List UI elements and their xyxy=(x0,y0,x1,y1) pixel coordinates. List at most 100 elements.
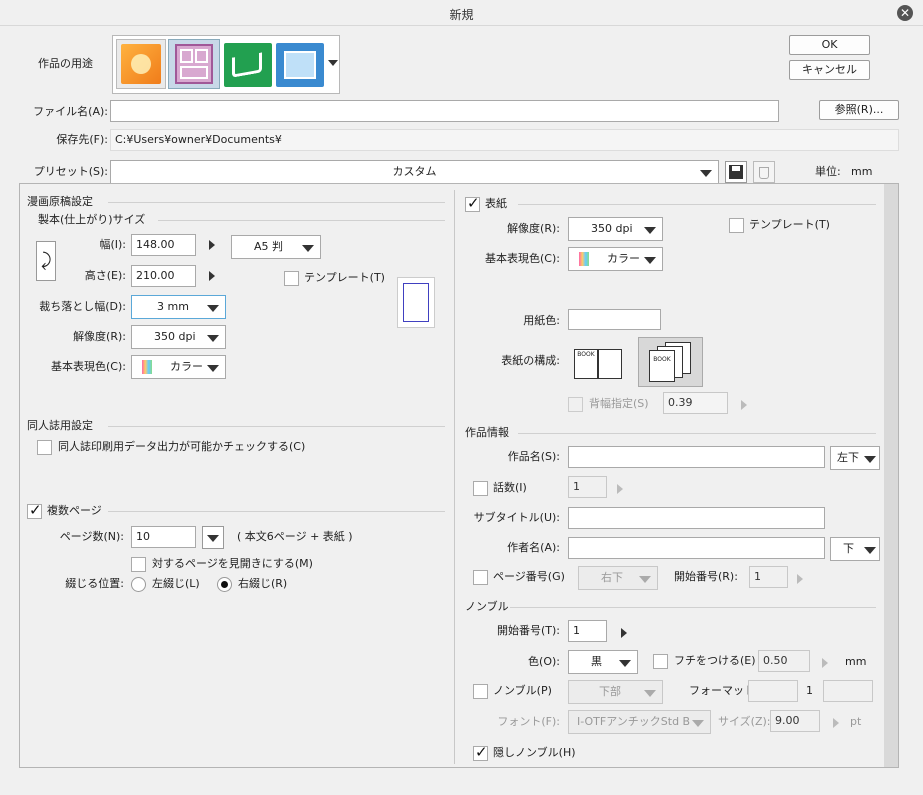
hidden-nombre-checkbox[interactable]: ✓ xyxy=(473,743,488,761)
filename-input[interactable] xyxy=(110,100,779,122)
episode-checkbox[interactable] xyxy=(473,481,488,496)
chevron-down-icon[interactable] xyxy=(328,60,338,66)
width-input[interactable]: 148.00 xyxy=(131,234,196,256)
nombre-start-label: 開始番号(T): xyxy=(496,624,560,637)
ok-button[interactable]: OK xyxy=(789,35,870,55)
scrollbar[interactable] xyxy=(884,184,898,767)
illustration-icon[interactable] xyxy=(116,39,166,89)
pages-note: ( 本文6ページ + 表紙 ) xyxy=(237,530,353,543)
pages-dropdown-button[interactable] xyxy=(202,526,224,549)
divider xyxy=(108,511,445,512)
left-binding-radio[interactable] xyxy=(131,577,146,592)
close-icon[interactable]: ✕ xyxy=(897,5,913,21)
format-suffix-input[interactable] xyxy=(823,680,873,702)
usage-selector xyxy=(112,35,340,94)
spread-checkbox[interactable] xyxy=(131,557,146,572)
spine-arrow-icon[interactable] xyxy=(741,400,747,410)
font-select[interactable]: I-OTFアンチックStd B xyxy=(568,710,711,734)
cover-template-label: テンプレート(T) xyxy=(749,218,830,231)
border-checkbox[interactable] xyxy=(653,654,668,669)
nombre-color-select[interactable]: 黒 xyxy=(568,650,638,674)
cover-color-select[interactable]: カラー xyxy=(568,247,663,271)
size-arrow-icon[interactable] xyxy=(833,718,839,728)
bleed-label: 裁ち落とし幅(D): xyxy=(39,300,126,313)
page-preview xyxy=(397,277,435,328)
cancel-button[interactable]: キャンセル xyxy=(789,60,870,80)
cover-layout-separate-icon[interactable]: BOOK xyxy=(638,337,703,387)
border-width-input[interactable]: 0.50 xyxy=(758,650,810,672)
nombre-start-input[interactable]: 1 xyxy=(568,620,607,642)
border-arrow-icon[interactable] xyxy=(822,658,828,668)
multi-page-checkbox[interactable]: ✓ xyxy=(27,501,42,519)
spine-input[interactable]: 0.39 xyxy=(663,392,728,414)
title-bar: 新規 ✕ xyxy=(0,0,923,26)
multi-page-heading: 複数ページ xyxy=(47,504,102,517)
unit-label: 単位: xyxy=(815,165,841,178)
resolution-select[interactable]: 350 dpi xyxy=(131,325,226,349)
page-number-position-select[interactable]: 右下 xyxy=(578,566,658,590)
doujin-checkbox[interactable] xyxy=(37,440,52,455)
nombre-checkbox[interactable] xyxy=(473,684,488,699)
manga-settings-heading: 漫画原稿設定 xyxy=(27,195,93,208)
page-start-arrow-icon[interactable] xyxy=(797,574,803,584)
cover-heading: 表紙 xyxy=(485,197,507,210)
page-number-checkbox[interactable] xyxy=(473,570,488,585)
cover-template-checkbox[interactable] xyxy=(729,218,744,233)
bleed-value: 3 mm xyxy=(157,300,189,313)
size-heading: 製本(仕上がり)サイズ xyxy=(38,213,146,226)
size-input[interactable]: 9.00 xyxy=(770,710,820,732)
work-name-input[interactable] xyxy=(568,446,825,468)
episode-arrow-icon[interactable] xyxy=(617,484,623,494)
template-checkbox-left[interactable] xyxy=(284,271,299,286)
border-label: フチをつける(E) xyxy=(674,654,756,667)
swap-orientation-icon[interactable]: ⤸ xyxy=(36,241,56,281)
subtitle-input[interactable] xyxy=(568,507,825,529)
nombre-position-select[interactable]: 下部 xyxy=(568,680,663,704)
pages-input[interactable]: 10 xyxy=(131,526,196,548)
color-swatch-icon xyxy=(579,252,589,266)
format-prefix-input[interactable] xyxy=(748,680,798,702)
cover-checkbox[interactable]: ✓ xyxy=(465,194,480,212)
cover-resolution-value: 350 dpi xyxy=(591,222,633,235)
height-arrow-icon[interactable] xyxy=(209,271,215,281)
cover-resolution-select[interactable]: 350 dpi xyxy=(568,217,663,241)
filename-label: ファイル名(A): xyxy=(33,105,108,118)
right-binding-label: 右綴じ(R) xyxy=(238,577,288,590)
animation-icon[interactable] xyxy=(276,43,324,87)
nombre-color-label: 色(O): xyxy=(528,655,560,668)
width-arrow-icon[interactable] xyxy=(209,240,215,250)
author-position-select[interactable]: 下 xyxy=(830,537,880,561)
nombre-start-arrow-icon[interactable] xyxy=(621,628,627,638)
hidden-nombre-label: 隠しノンブル(H) xyxy=(493,746,576,759)
height-input[interactable]: 210.00 xyxy=(131,265,196,287)
color-mode-select[interactable]: カラー xyxy=(131,355,226,379)
author-input[interactable] xyxy=(568,537,825,559)
paper-size-select[interactable]: A5 判 xyxy=(231,235,321,259)
cover-color-value: カラー xyxy=(607,252,640,265)
panel-divider xyxy=(454,190,455,764)
divider xyxy=(518,204,876,205)
right-binding-radio[interactable] xyxy=(217,577,232,592)
bleed-select[interactable]: 3 mm xyxy=(131,295,226,319)
paper-size-value: A5 判 xyxy=(254,240,284,253)
spine-checkbox[interactable] xyxy=(568,397,583,412)
preset-value: カスタム xyxy=(392,165,437,178)
size-unit: pt xyxy=(850,715,862,728)
preset-select[interactable]: カスタム xyxy=(110,160,719,184)
preset-label: プリセット(S): xyxy=(33,165,108,178)
paper-color-swatch[interactable] xyxy=(568,309,661,330)
book-icon[interactable] xyxy=(224,43,272,87)
work-name-position-select[interactable]: 左下 xyxy=(830,446,880,470)
nombre-color-value: 黒 xyxy=(591,655,602,668)
delete-preset-icon[interactable] xyxy=(753,161,775,183)
color-mode-label: 基本表現色(C): xyxy=(51,360,126,373)
page-number-position-value: 右下 xyxy=(601,571,623,584)
episode-input[interactable]: 1 xyxy=(568,476,607,498)
page-number-label: ページ番号(G) xyxy=(493,570,565,583)
comic-icon[interactable] xyxy=(168,39,220,89)
browse-button[interactable]: 参照(R)... xyxy=(819,100,899,120)
cover-layout-spread-icon[interactable]: BOOK xyxy=(570,339,630,387)
page-start-input[interactable]: 1 xyxy=(749,566,788,588)
save-preset-icon[interactable] xyxy=(725,161,747,183)
font-value: I-OTFアンチックStd B xyxy=(577,715,691,728)
